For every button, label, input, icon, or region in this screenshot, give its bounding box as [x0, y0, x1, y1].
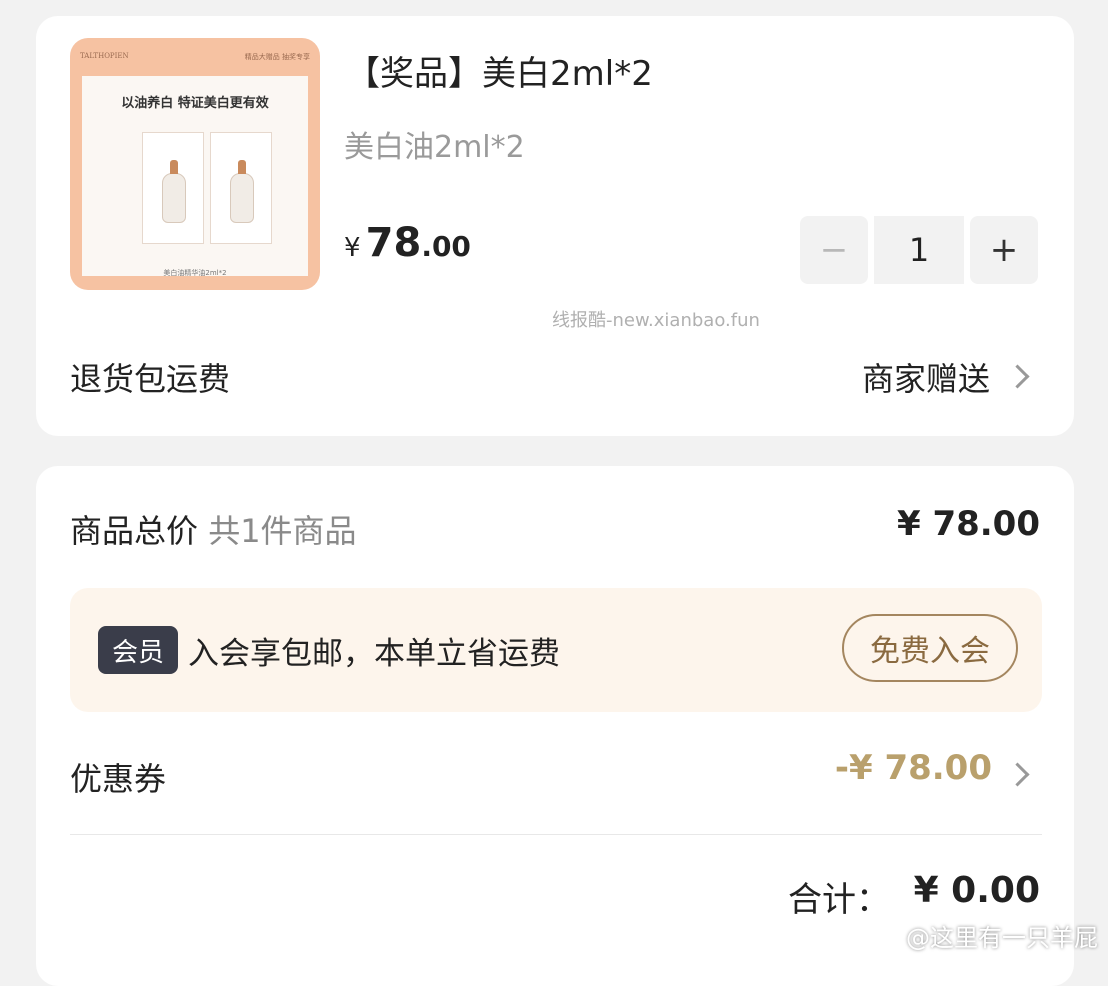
price-currency: ¥	[344, 233, 361, 263]
member-banner: 会员 入会享包邮，本单立省运费 免费入会	[70, 588, 1042, 712]
chevron-right-icon[interactable]	[1005, 762, 1030, 787]
product-box-right	[210, 132, 272, 244]
quantity-value[interactable]: 1	[874, 216, 964, 284]
member-badge: 会员	[98, 626, 178, 674]
member-text: 入会享包邮，本单立省运费	[188, 636, 560, 672]
goods-total-label: 商品总价	[70, 512, 199, 550]
product-image[interactable]: TALTHOPIEN 精品大赠品 抽奖专享 以油养白 特证美白更有效 美白油精华…	[70, 38, 320, 290]
join-member-button[interactable]: 免费入会	[842, 614, 1018, 682]
thumb-headline: 以油养白 特证美白更有效	[121, 96, 269, 111]
thumb-panel: 以油养白 特证美白更有效 美白油精华油2ml*2	[82, 76, 308, 277]
thumb-tag: 精品大赠品 抽奖专享	[244, 53, 310, 61]
return-shipping-value[interactable]: 商家赠送	[862, 354, 990, 400]
total-label: 合计：	[788, 880, 890, 920]
increase-button[interactable]: +	[970, 216, 1038, 284]
product-card: TALTHOPIEN 精品大赠品 抽奖专享 以油养白 特证美白更有效 美白油精华…	[36, 16, 1074, 436]
bottle-icon	[230, 160, 254, 223]
total-value: ¥ 0.00	[913, 870, 1040, 911]
product-title[interactable]: 【奖品】美白2ml*2	[346, 46, 653, 95]
order-summary-card: 商品总价 共1件商品 ¥ 78.00 会员 入会享包邮，本单立省运费 免费入会 …	[36, 466, 1074, 986]
coupon-value[interactable]: -¥ 78.00	[835, 748, 992, 788]
goods-count: 共1件商品	[208, 512, 357, 550]
product-price: ¥ 78.00	[344, 220, 471, 266]
thumb-caption: 美白油精华油2ml*2	[163, 269, 227, 277]
quantity-stepper: − 1 +	[800, 216, 1038, 284]
chevron-right-icon[interactable]	[1005, 364, 1030, 389]
thumb-brand: TALTHOPIEN	[80, 52, 129, 60]
coupon-label: 优惠券	[70, 760, 167, 798]
product-spec: 美白油2ml*2	[344, 130, 525, 165]
goods-total-price: ¥ 78.00	[896, 504, 1040, 544]
price-decimal: .00	[421, 230, 471, 263]
weibo-watermark: @这里有一只羊屁	[906, 924, 1098, 952]
bottle-icon	[162, 160, 186, 223]
goods-total-row: 商品总价 共1件商品	[70, 506, 357, 552]
divider	[70, 834, 1042, 835]
watermark-text: 线报酷-new.xianbao.fun	[552, 310, 760, 331]
return-shipping-label: 退货包运费	[70, 360, 231, 398]
price-integer: 78	[365, 220, 422, 266]
product-box-left	[142, 132, 204, 244]
decrease-button[interactable]: −	[800, 216, 868, 284]
